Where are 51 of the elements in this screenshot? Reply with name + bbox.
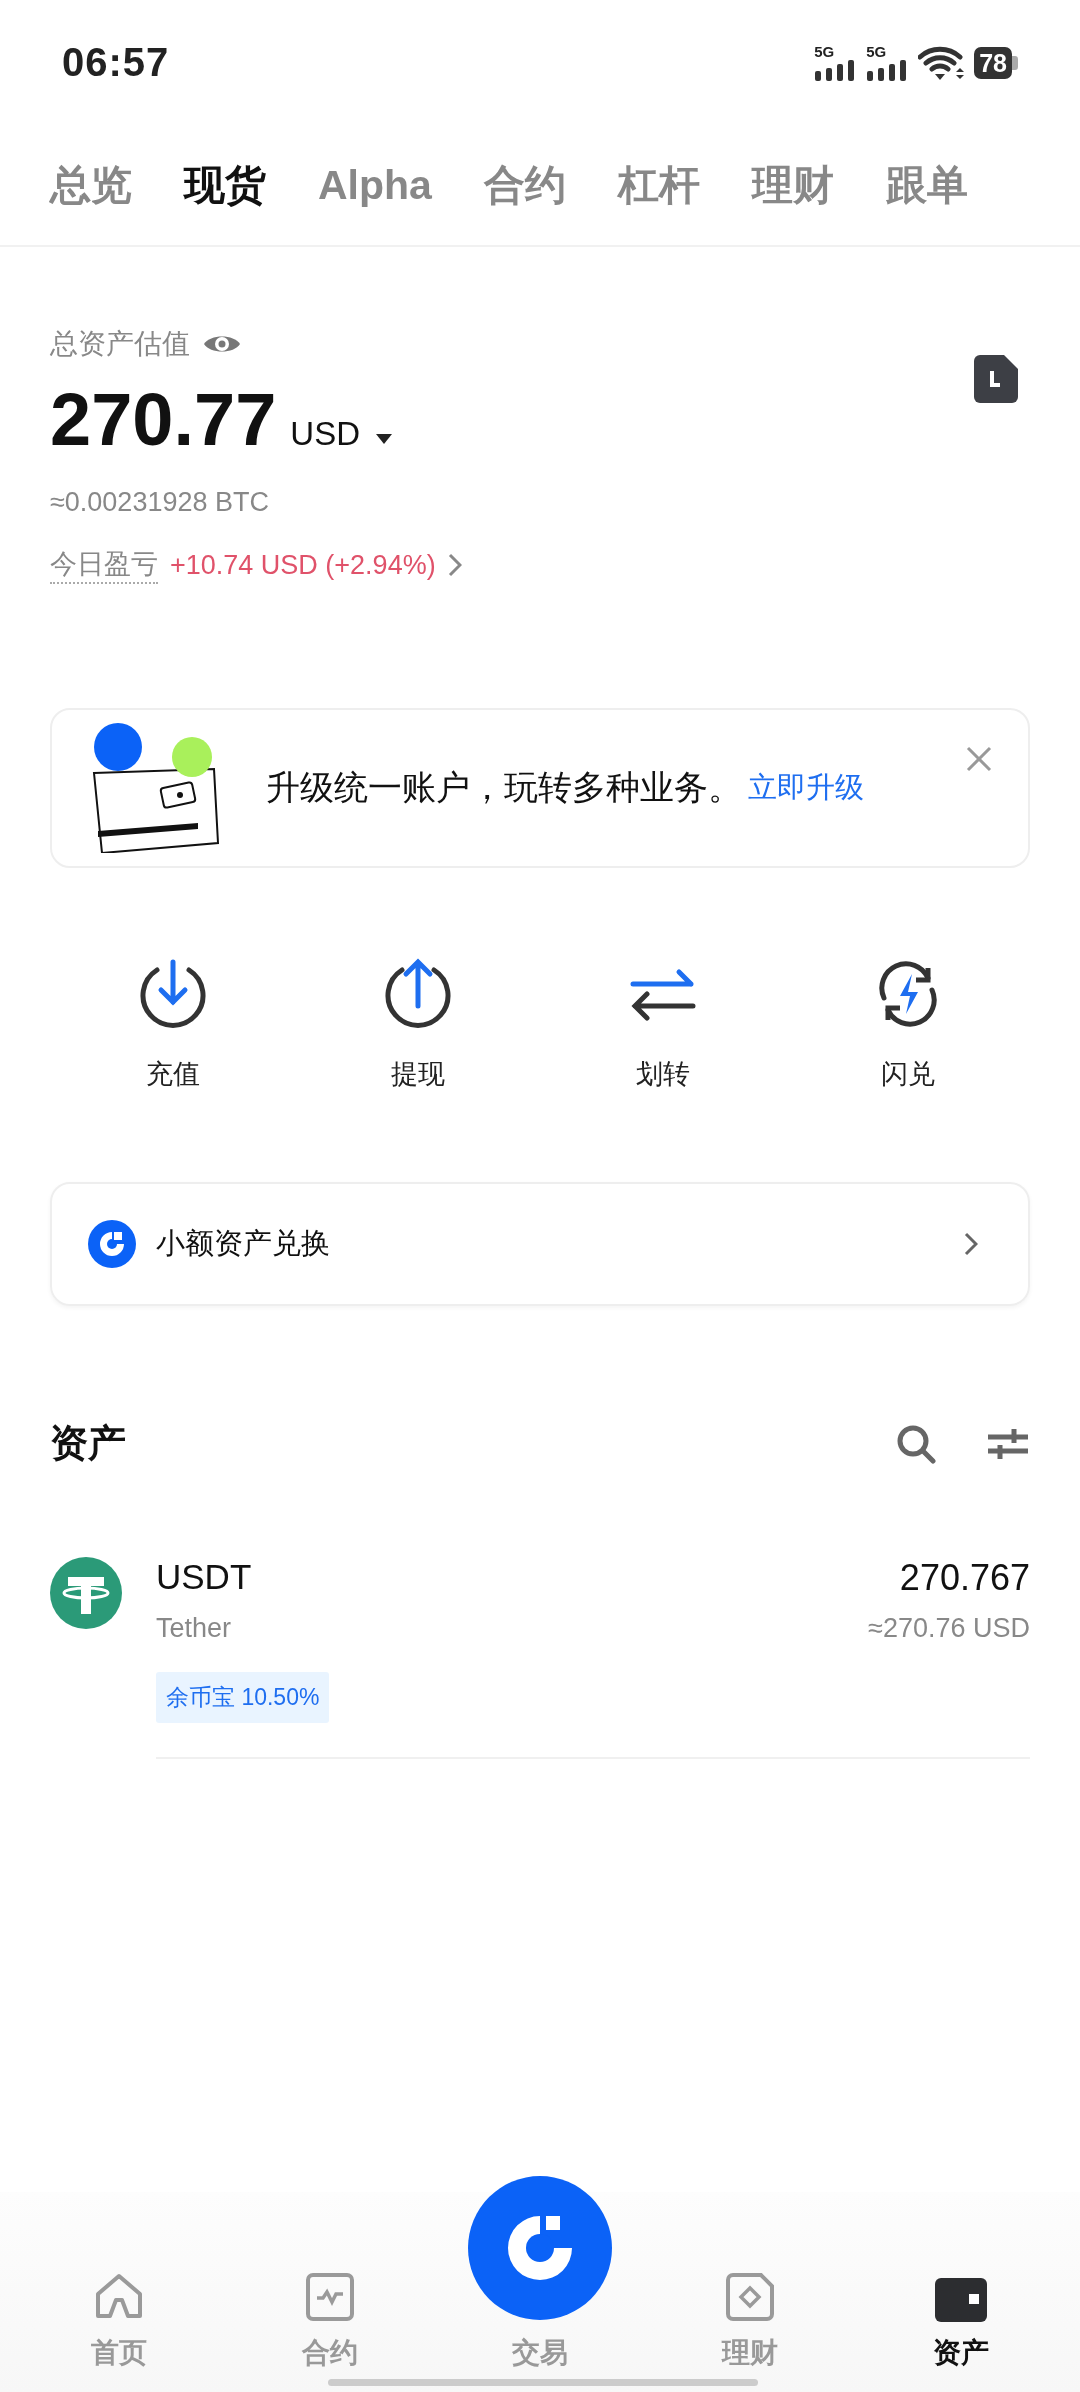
nav-label[interactable]: 资产 (932, 2334, 989, 2372)
nav-label[interactable]: 合约 (301, 2334, 358, 2372)
action-label[interactable]: 提现 (390, 1056, 445, 1092)
network-label: 5G (814, 44, 835, 59)
tab[interactable]: 杠杆 (617, 157, 700, 213)
chevron-icon[interactable] (447, 553, 462, 577)
earn-tag[interactable]: 余币宝 10.50% (156, 1672, 330, 1723)
coin-balance: 270.767 (898, 1557, 1030, 1599)
battery-level: 78 (974, 46, 1012, 79)
signal-icon (814, 59, 857, 81)
search-icon[interactable] (896, 1423, 936, 1464)
nav-label[interactable]: 首页 (91, 2334, 148, 2372)
banner-message: 升级统一账户，玩转多种业务。 (266, 767, 742, 808)
action-label[interactable]: 闪兑 (880, 1056, 935, 1092)
pnl-value: +10.74 USD (+2.94%) (170, 549, 436, 581)
tab[interactable]: 现货 (184, 157, 266, 213)
chevron-icon[interactable] (964, 1232, 978, 1256)
total-amount: 270.77 (50, 377, 277, 463)
currency-selector[interactable]: USD (290, 415, 361, 453)
tab[interactable]: 跟单 (885, 157, 968, 213)
coin-icon (50, 1557, 122, 1629)
close-icon[interactable] (966, 746, 992, 772)
upgrade-link[interactable]: 立即升级 (748, 768, 864, 808)
wifi-icon (918, 44, 965, 81)
pnl-label[interactable]: 今日盈亏 (50, 546, 158, 584)
tab[interactable]: 合约 (483, 157, 566, 213)
tab[interactable]: Alpha (318, 161, 432, 209)
coin-name: Tether (156, 1613, 233, 1644)
signal-icon (866, 59, 909, 81)
tab[interactable]: 理财 (751, 157, 834, 213)
coin-symbol: USDT (156, 1557, 253, 1597)
battery-cap-icon (1012, 55, 1018, 70)
nav-label[interactable]: 交易 (512, 2334, 568, 2372)
network-label: 5G (866, 44, 887, 59)
filter-icon[interactable] (986, 1426, 1030, 1461)
trade-button-icon[interactable] (468, 2176, 612, 2320)
nav-label[interactable]: 理财 (722, 2334, 779, 2372)
action-label[interactable]: 划转 (635, 1056, 690, 1092)
convert-logo-icon (88, 1220, 136, 1268)
dropdown-icon[interactable] (374, 433, 395, 445)
total-assets-label: 总资产估值 (50, 327, 190, 361)
section-title: 资产 (50, 1421, 127, 1466)
history-icon[interactable] (974, 355, 1018, 403)
earn-icon[interactable] (725, 2272, 776, 2322)
action-label[interactable]: 充值 (145, 1056, 200, 1092)
chart-icon[interactable] (304, 2272, 355, 2322)
tab[interactable]: 总览 (50, 157, 132, 213)
clock: 06:57 (62, 40, 170, 85)
coin-value: ≈270.76 USD (868, 1613, 1030, 1644)
wallet-icon[interactable] (934, 2278, 987, 2322)
btc-equivalent: ≈0.00231928 BTC (50, 487, 270, 518)
